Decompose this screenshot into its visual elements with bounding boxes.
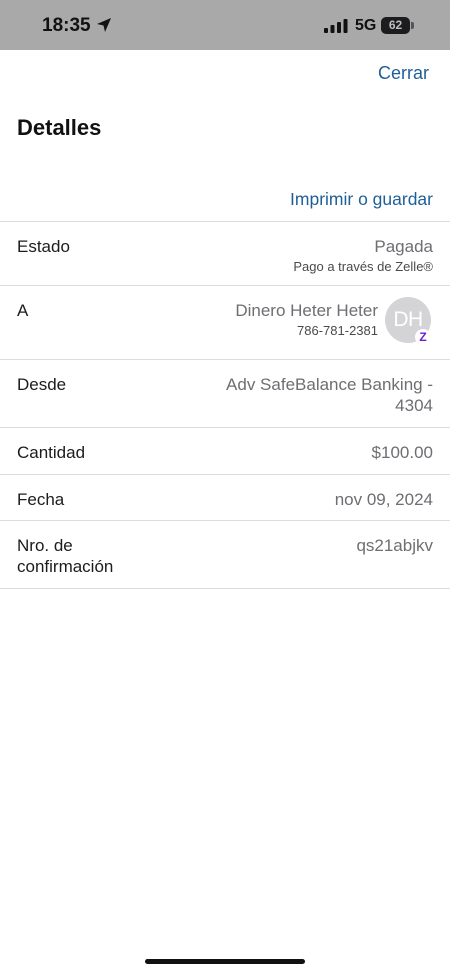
amount-row: Cantidad $100.00 <box>0 427 450 475</box>
status-time: 18:35 <box>42 15 91 36</box>
status-bar: 18:35 5G 62 <box>0 0 450 50</box>
from-account: Adv SafeBalance Banking - 4304 <box>226 374 433 416</box>
from-account-number: 4304 <box>395 396 433 415</box>
status-value: Pagada <box>374 237 433 256</box>
payment-method-note: Pago a través de Zelle® <box>293 259 433 274</box>
from-row: Desde Adv SafeBalance Banking - 4304 <box>0 359 450 428</box>
recipient-phone: 786-781-2381 <box>297 323 378 338</box>
print-or-save-link[interactable]: Imprimir o guardar <box>290 189 433 210</box>
date-row: Fecha nov 09, 2024 <box>0 474 450 521</box>
date-value: nov 09, 2024 <box>334 490 433 509</box>
network-label: 5G <box>355 17 377 34</box>
recipient-label: A <box>17 301 29 320</box>
confirmation-label-line2: confirmación <box>17 557 114 576</box>
battery-nub <box>411 22 414 29</box>
home-indicator[interactable] <box>145 959 305 964</box>
status-label: Estado <box>17 237 70 256</box>
amount-label: Cantidad <box>17 443 86 462</box>
date-label: Fecha <box>17 490 65 509</box>
battery-icon: 62 <box>381 17 410 34</box>
zelle-icon: Z <box>415 329 431 345</box>
from-label: Desde <box>17 375 67 394</box>
recipient-name: Dinero Heter Heter <box>235 301 378 320</box>
status-row: Estado Pagada Pago a través de Zelle® <box>0 221 450 286</box>
signal-bars-icon <box>324 19 348 33</box>
amount-value: $100.00 <box>371 443 433 462</box>
recipient-row: A Dinero Heter Heter 786-781-2381 DH Z <box>0 285 450 360</box>
from-account-name: Adv SafeBalance Banking - <box>226 375 433 394</box>
location-arrow-icon <box>97 18 111 32</box>
confirmation-label: Nro. de confirmación <box>17 535 113 577</box>
close-button[interactable]: Cerrar <box>378 63 429 84</box>
confirmation-label-line1: Nro. de <box>17 536 73 555</box>
page-title: Detalles <box>17 115 102 140</box>
confirmation-row: Nro. de confirmación qs21abjkv <box>0 520 450 589</box>
confirmation-number: qs21abjkv <box>356 536 433 555</box>
